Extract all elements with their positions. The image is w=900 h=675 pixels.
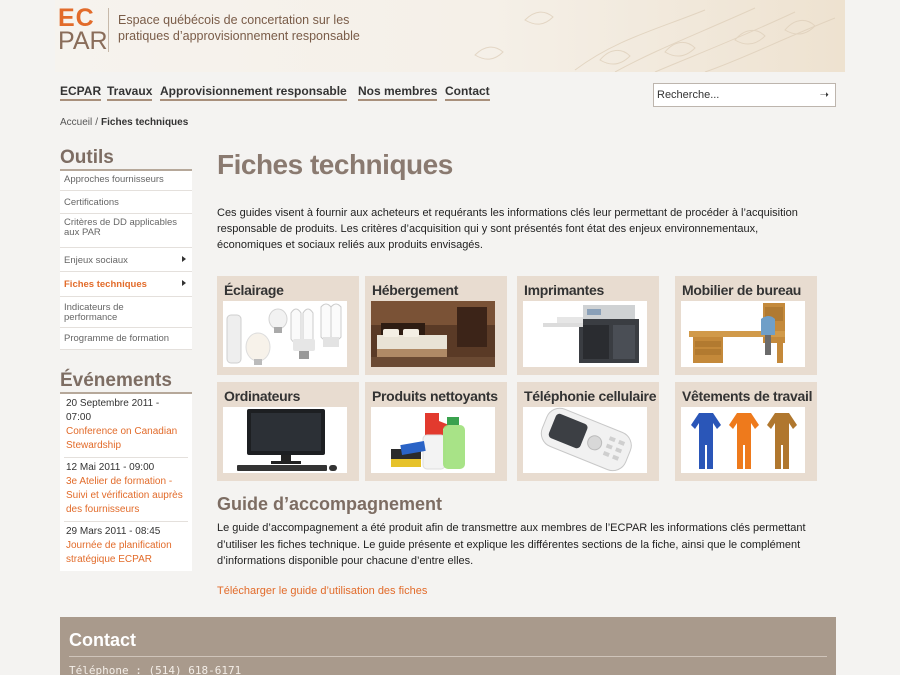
download-guide-link[interactable]: Télécharger le guide d’utilisation des f…: [217, 585, 427, 597]
breadcrumb-home[interactable]: Accueil: [60, 117, 92, 128]
breadcrumb-current: Fiches techniques: [101, 117, 189, 128]
cell-phone-image[interactable]: [523, 407, 647, 473]
light-bulbs-image[interactable]: [223, 301, 347, 367]
arrow-right-icon[interactable]: ➝: [820, 88, 829, 101]
logo-par[interactable]: PAR: [58, 29, 108, 54]
tagline-line-1: Espace québécois de concertation sur les: [118, 13, 350, 27]
sidebar-item-enjeux-sociaux[interactable]: Enjeux sociaux: [60, 248, 192, 272]
nav-contact[interactable]: Contact: [445, 84, 490, 101]
tagline-line-2: pratiques d’approvisionnement responsabl…: [118, 29, 360, 43]
tools-heading: Outils: [60, 145, 192, 171]
breadcrumb: Accueil / Fiches techniques: [60, 117, 188, 128]
nav-ecpar[interactable]: ECPAR: [60, 84, 102, 101]
chevron-right-icon: [182, 280, 186, 286]
sidebar-item-programme-formation[interactable]: Programme de formation: [60, 328, 192, 350]
tile-title[interactable]: Hébergement: [372, 282, 458, 298]
hotel-room-image[interactable]: [371, 301, 495, 367]
event-date: 12 Mai 2011 - 09:00: [66, 462, 155, 473]
tile-title[interactable]: Éclairage: [224, 282, 284, 298]
tile-title[interactable]: Produits nettoyants: [372, 388, 498, 404]
breadcrumb-separator: /: [95, 117, 99, 128]
tile-imprimantes[interactable]: Imprimantes: [517, 276, 659, 375]
events-list: 20 Septembre 2011 - 07:00 Conference on …: [60, 394, 192, 571]
guide-paragraph: Le guide d’accompagnement a été produit …: [217, 522, 806, 567]
site-header: EC PAR Espace québécois de concertation …: [55, 0, 845, 72]
work-coveralls-image[interactable]: [681, 407, 805, 473]
tile-produits-nettoyants[interactable]: Produits nettoyants: [365, 382, 507, 481]
sidebar-item-criteres-dd[interactable]: Critères de DD applicables aux PAR: [60, 214, 192, 248]
footer-divider: [69, 656, 827, 657]
tile-title[interactable]: Imprimantes: [524, 282, 604, 298]
main-content: Fiches techniques Ces guides visent à fo…: [217, 148, 827, 597]
event-title-link[interactable]: Conference on Canadian Stewardship: [66, 425, 186, 453]
search-box: ➝: [653, 83, 836, 107]
event-item: 29 Mars 2011 - 08:45 Journée de planific…: [64, 522, 188, 571]
footer-phone: Téléphone : (514) 618-6171: [69, 664, 242, 675]
tile-vetements-de-travail[interactable]: Vêtements de travail: [675, 382, 817, 481]
event-date: 29 Mars 2011 - 08:45: [66, 526, 161, 537]
sidebar-item-label: Critères de DD applicables aux PAR: [64, 217, 177, 238]
tile-title[interactable]: Vêtements de travail: [682, 388, 812, 404]
tile-ordinateurs[interactable]: Ordinateurs: [217, 382, 359, 481]
nav-approvisionnement-responsable[interactable]: Approvisionnement responsable: [160, 84, 347, 101]
event-title-link[interactable]: 3e Atelier de formation - Suivi et vérif…: [66, 475, 186, 517]
footer-contact: Contact Téléphone : (514) 618-6171: [60, 617, 836, 675]
event-date: 20 Septembre 2011 - 07:00: [66, 398, 160, 423]
computer-monitor-image[interactable]: [223, 407, 347, 473]
sidebar-item-label: Programme de formation: [64, 333, 170, 344]
sidebar: Outils Approches fournisseurs Certificat…: [60, 145, 192, 571]
printer-image[interactable]: [523, 301, 647, 367]
chevron-right-icon: [182, 256, 186, 262]
nav-nos-membres[interactable]: Nos membres: [358, 84, 438, 101]
event-title-link[interactable]: Journée de planification stratégique ECP…: [66, 539, 186, 567]
site-tagline: Espace québécois de concertation sur les…: [118, 12, 378, 44]
sidebar-item-certifications[interactable]: Certifications: [60, 191, 192, 214]
sidebar-item-label: Indicateurs de performance: [64, 302, 124, 323]
tile-title[interactable]: Ordinateurs: [224, 388, 300, 404]
tile-hebergement[interactable]: Hébergement: [365, 276, 507, 375]
sidebar-item-label: Approches fournisseurs: [64, 174, 164, 185]
sidebar-item-indicateurs-performance[interactable]: Indicateurs de performance: [60, 297, 192, 328]
tile-title[interactable]: Téléphonie cellulaire: [524, 388, 657, 404]
tools-list: Approches fournisseurs Certifications Cr…: [60, 171, 192, 350]
tile-title[interactable]: Mobilier de bureau: [682, 282, 801, 298]
event-item: 20 Septembre 2011 - 07:00 Conference on …: [64, 394, 188, 458]
sidebar-item-label: Fiches techniques: [64, 279, 147, 290]
event-item: 12 Mai 2011 - 09:00 3e Atelier de format…: [64, 458, 188, 522]
sidebar-item-approches-fournisseurs[interactable]: Approches fournisseurs: [60, 171, 192, 191]
tile-eclairage[interactable]: Éclairage: [217, 276, 359, 375]
nav-travaux[interactable]: Travaux: [107, 84, 153, 101]
logo-divider: [108, 8, 109, 52]
footer-title: Contact: [69, 630, 136, 650]
sidebar-item-label: Enjeux sociaux: [64, 255, 128, 266]
page-title: Fiches techniques: [217, 149, 453, 180]
intro-paragraph: Ces guides visent à fournir aux acheteur…: [217, 207, 798, 251]
cleaning-products-image[interactable]: [371, 407, 495, 473]
events-heading: Événements: [60, 368, 192, 394]
office-desk-image[interactable]: [681, 301, 805, 367]
guide-heading: Guide d’accompagnement: [217, 494, 443, 514]
tile-telephonie-cellulaire[interactable]: Téléphonie cellulaire: [517, 382, 659, 481]
tile-mobilier-de-bureau[interactable]: Mobilier de bureau: [675, 276, 817, 375]
sidebar-item-label: Certifications: [64, 197, 119, 208]
sidebar-item-fiches-techniques[interactable]: Fiches techniques: [60, 272, 192, 297]
search-input[interactable]: [657, 87, 807, 103]
page: EC PAR Espace québécois de concertation …: [0, 0, 900, 675]
